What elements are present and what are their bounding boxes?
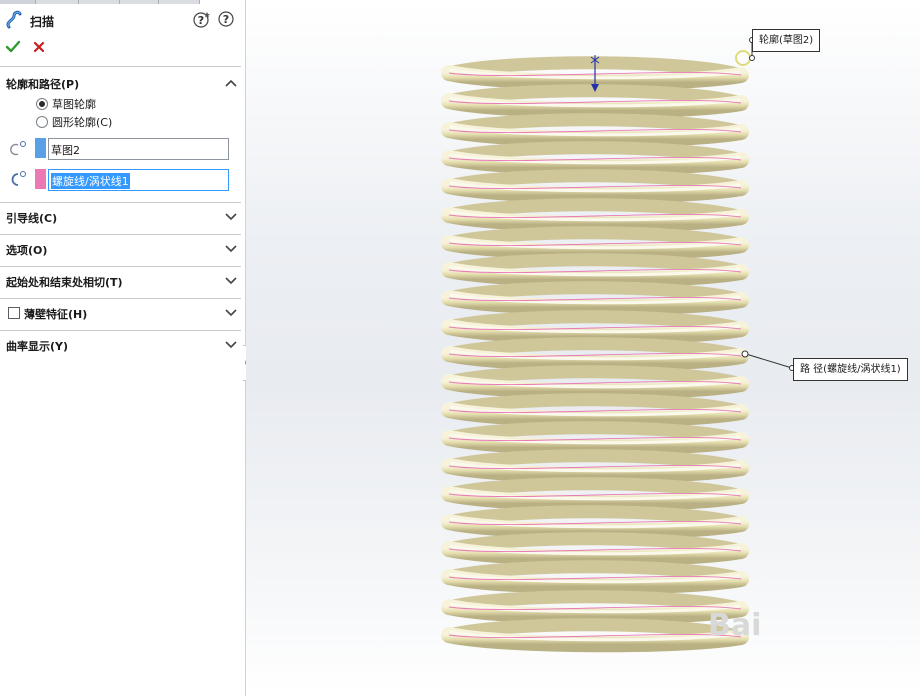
help-icon[interactable]: ? — [193, 11, 211, 29]
thin-feature-checkbox[interactable] — [8, 307, 20, 319]
chevron-down-icon[interactable] — [225, 212, 237, 222]
profile-selection-field[interactable]: 草图2 — [48, 138, 229, 160]
coil-turn — [441, 618, 749, 653]
divider — [0, 234, 241, 235]
coil-turn — [441, 393, 749, 428]
cancel-x-icon[interactable] — [32, 39, 46, 55]
divider — [0, 298, 241, 299]
radio-circular-profile-label: 圆形轮廓(C) — [52, 116, 113, 129]
coil-turn — [441, 253, 749, 288]
coil-turn — [441, 421, 749, 456]
feature-title: 扫描 — [30, 15, 55, 29]
svg-text:?: ? — [223, 13, 229, 26]
profile-callout[interactable]: 轮廓(草图2) — [752, 29, 821, 52]
path-callout-leader — [741, 350, 795, 371]
coil-turn — [441, 560, 749, 595]
profile-selection-value: 草图2 — [51, 144, 80, 157]
tab-feature-manager[interactable] — [0, 0, 36, 4]
divider — [0, 330, 241, 331]
radio-sketch-profile[interactable] — [36, 98, 48, 110]
section-thin-feature-header[interactable]: 薄壁特征(H) — [24, 306, 87, 322]
coil-turn — [441, 365, 749, 400]
tab-display-manager[interactable] — [159, 0, 200, 4]
radio-sketch-profile-label: 草图轮廓 — [52, 98, 96, 111]
spring-3d-model[interactable] — [246, 0, 920, 696]
graphics-viewport[interactable] — [246, 0, 920, 696]
tab-configuration-manager[interactable] — [79, 0, 120, 4]
chevron-up-icon[interactable] — [225, 78, 237, 88]
coil-turn — [441, 590, 749, 625]
baidu-watermark: Bai — [708, 608, 762, 643]
ok-checkmark-icon[interactable] — [5, 39, 21, 55]
coil-turn — [441, 337, 749, 372]
path-selection-icon — [11, 171, 26, 186]
profile-selection-icon — [10, 141, 26, 156]
coil-turn — [441, 169, 749, 204]
coil-turn — [441, 505, 749, 540]
divider — [0, 202, 241, 203]
divider — [0, 66, 241, 67]
svg-text:?: ? — [198, 14, 204, 27]
chevron-down-icon[interactable] — [225, 308, 237, 318]
coil-turn — [441, 226, 749, 261]
tab-dim-xpert[interactable] — [120, 0, 159, 4]
path-selection-value: 螺旋线/涡状线1 — [51, 173, 130, 189]
section-guide-curves-header[interactable]: 引导线(C) — [6, 210, 57, 226]
property-manager-panel: 扫描 ? ? 轮廓和路径(P) 草图轮廓 圆形轮廓(C) 草图2 螺旋线/涡状线… — [0, 0, 246, 696]
feature-title-row: 扫描 ? ? — [0, 8, 245, 32]
coil-turn — [441, 281, 749, 316]
coil-turn — [441, 198, 749, 233]
coil-turn — [441, 310, 749, 345]
divider — [0, 266, 241, 267]
section-tangency-header[interactable]: 起始处和结束处相切(T) — [6, 274, 123, 290]
chevron-down-icon[interactable] — [225, 276, 237, 286]
coil-turn — [441, 477, 749, 512]
coil-turn — [441, 113, 749, 148]
section-profile-path-header[interactable]: 轮廓和路径(P) — [6, 76, 79, 92]
radio-circular-profile[interactable] — [36, 116, 48, 128]
chevron-down-icon[interactable] — [225, 340, 237, 350]
path-callout[interactable]: 路 径(螺旋线/涡状线1) — [793, 358, 908, 381]
coil-turn — [441, 532, 749, 567]
path-color-swatch — [35, 169, 46, 189]
coil-turn — [441, 449, 749, 484]
section-options-header[interactable]: 选项(O) — [6, 242, 47, 258]
tab-property-manager[interactable] — [36, 0, 79, 4]
sweep-icon — [6, 10, 22, 29]
coil-turn — [441, 84, 749, 119]
spring-coils — [441, 56, 749, 653]
help-question-icon[interactable]: ? — [218, 11, 234, 27]
chevron-down-icon[interactable] — [225, 244, 237, 254]
coil-turn — [441, 141, 749, 176]
panel-tab-strip[interactable] — [0, 0, 245, 4]
profile-color-swatch — [35, 138, 46, 158]
section-curvature-header[interactable]: 曲率显示(Y) — [6, 338, 68, 354]
path-selection-field[interactable]: 螺旋线/涡状线1 — [48, 169, 229, 191]
